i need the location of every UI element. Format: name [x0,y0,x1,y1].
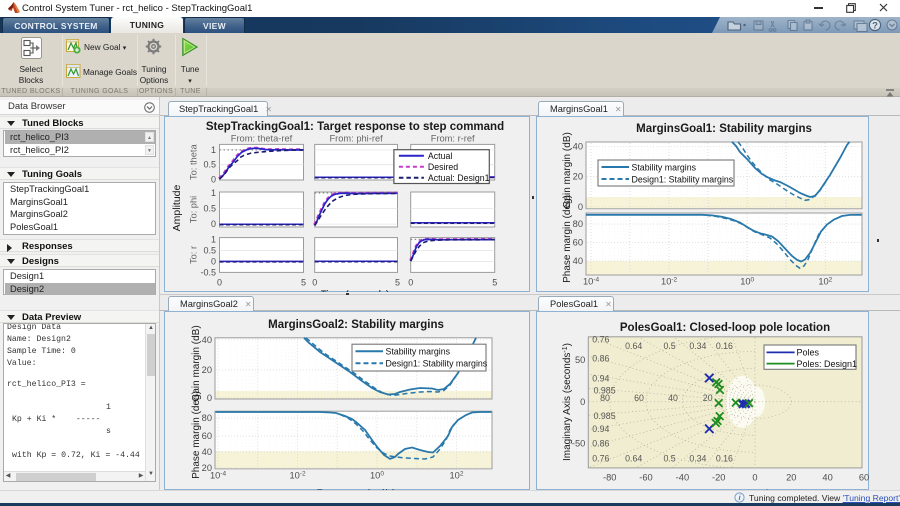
svg-text:MarginsGoal1: Stability margin: MarginsGoal1: Stability margins [636,123,812,135]
svg-text:Design1: Stability margins: Design1: Stability margins [632,174,734,184]
svg-text:-20: -20 [712,473,725,483]
svg-text:0.34: 0.34 [689,453,706,463]
svg-text:Phase margin (deg): Phase margin (deg) [191,391,202,479]
svg-text:5: 5 [301,278,306,288]
svg-text:80: 80 [600,393,610,403]
svg-text:-60: -60 [639,473,652,483]
svg-text:0.94: 0.94 [592,373,609,383]
svg-text:5: 5 [395,278,400,288]
svg-text:0: 0 [312,278,317,288]
svg-text:40: 40 [573,141,583,151]
svg-text:0: 0 [752,473,757,483]
svg-text:Stability margins: Stability margins [632,162,697,172]
svg-text:100: 100 [740,277,754,287]
svg-text:0.5: 0.5 [203,245,216,255]
svg-text:Poles: Design1: Poles: Design1 [797,359,858,369]
svg-text:80: 80 [573,219,583,229]
svg-text:-0.5: -0.5 [200,267,216,277]
svg-text:Design1: Stability margins: Design1: Stability margins [386,359,488,369]
svg-text:-50: -50 [572,439,585,449]
svg-text:60: 60 [634,393,644,403]
svg-text:0: 0 [408,278,413,288]
svg-text:0: 0 [211,175,216,185]
svg-text:0.34: 0.34 [689,341,706,351]
svg-text:1: 1 [211,188,216,198]
svg-text:1: 1 [211,145,216,155]
svg-text:0.16: 0.16 [716,453,733,463]
svg-text:102: 102 [450,471,464,481]
svg-text:Phase margin (deg): Phase margin (deg) [562,195,573,283]
svg-text:60: 60 [202,431,212,441]
svg-text:To: phi: To: phi [189,196,199,223]
svg-text:20: 20 [786,473,796,483]
svg-text:0.64: 0.64 [625,341,642,351]
svg-text:40: 40 [573,256,583,266]
svg-text:10-2: 10-2 [661,277,678,287]
svg-text:0.5: 0.5 [203,204,216,214]
svg-text:0.86: 0.86 [592,353,609,363]
svg-text:Imaginary Axis (seconds-1): Imaginary Axis (seconds-1) [562,343,573,461]
svg-text:0: 0 [217,278,222,288]
svg-text:0.5: 0.5 [203,160,216,170]
svg-text:From: phi-ref: From: phi-ref [329,134,383,144]
svg-text:40: 40 [822,473,832,483]
svg-text:Desired: Desired [428,162,458,172]
svg-text:50: 50 [575,355,585,365]
svg-text:100: 100 [370,471,384,481]
svg-text:0.5: 0.5 [663,341,675,351]
svg-text:60: 60 [859,473,869,483]
svg-text:0: 0 [580,397,585,407]
svg-text:0.86: 0.86 [592,438,609,448]
svg-text:20: 20 [202,365,212,375]
svg-text:5: 5 [492,278,497,288]
svg-text:MarginsGoal2: Stability margin: MarginsGoal2: Stability margins [268,319,444,331]
svg-text:1: 1 [211,234,216,244]
svg-text:10-4: 10-4 [210,471,227,481]
svg-text:0.94: 0.94 [592,424,609,434]
svg-text:?: ? [872,20,878,31]
svg-text:20: 20 [573,172,583,182]
svg-text:40: 40 [202,335,212,345]
svg-text:20: 20 [703,393,713,403]
svg-text:0.16: 0.16 [716,341,733,351]
svg-text:0: 0 [578,202,583,212]
svg-text:0.985: 0.985 [594,411,616,421]
svg-text:Poles: Poles [797,348,820,358]
svg-text:40: 40 [202,447,212,457]
svg-text:40: 40 [668,393,678,403]
svg-text:0: 0 [211,256,216,266]
svg-text:To: r: To: r [189,246,199,264]
svg-text:Actual: Design1: Actual: Design1 [428,173,490,183]
svg-text:60: 60 [573,238,583,248]
svg-text:Stability margins: Stability margins [386,347,451,357]
svg-text:0: 0 [211,219,216,229]
svg-text:PolesGoal1: Closed-loop pole l: PolesGoal1: Closed-loop pole location [620,322,830,334]
svg-text:StepTrackingGoal1: Target resp: StepTrackingGoal1: Target response to st… [206,121,504,133]
svg-text:From: theta-ref: From: theta-ref [231,134,293,144]
svg-text:-80: -80 [603,473,616,483]
svg-text:Amplitude: Amplitude [171,185,183,232]
svg-text:80: 80 [202,413,212,423]
svg-text:0.64: 0.64 [625,453,642,463]
svg-text:102: 102 [818,277,832,287]
svg-text:-40: -40 [676,473,689,483]
svg-text:From: r-ref: From: r-ref [431,134,475,144]
svg-text:0: 0 [207,393,212,403]
svg-text:0.76: 0.76 [592,334,609,344]
svg-text:Frequency (rad/s): Frequency (rad/s) [685,292,764,293]
svg-text:Gain margin (dB): Gain margin (dB) [191,325,202,401]
svg-text:To: theta: To: theta [189,144,199,180]
svg-text:Time (seconds): Time (seconds) [321,290,390,293]
svg-text:Actual: Actual [428,151,452,161]
svg-text:0.5: 0.5 [663,453,675,463]
svg-text:10-4: 10-4 [583,277,600,287]
svg-text:10-2: 10-2 [289,471,306,481]
svg-text:0.76: 0.76 [592,453,609,463]
